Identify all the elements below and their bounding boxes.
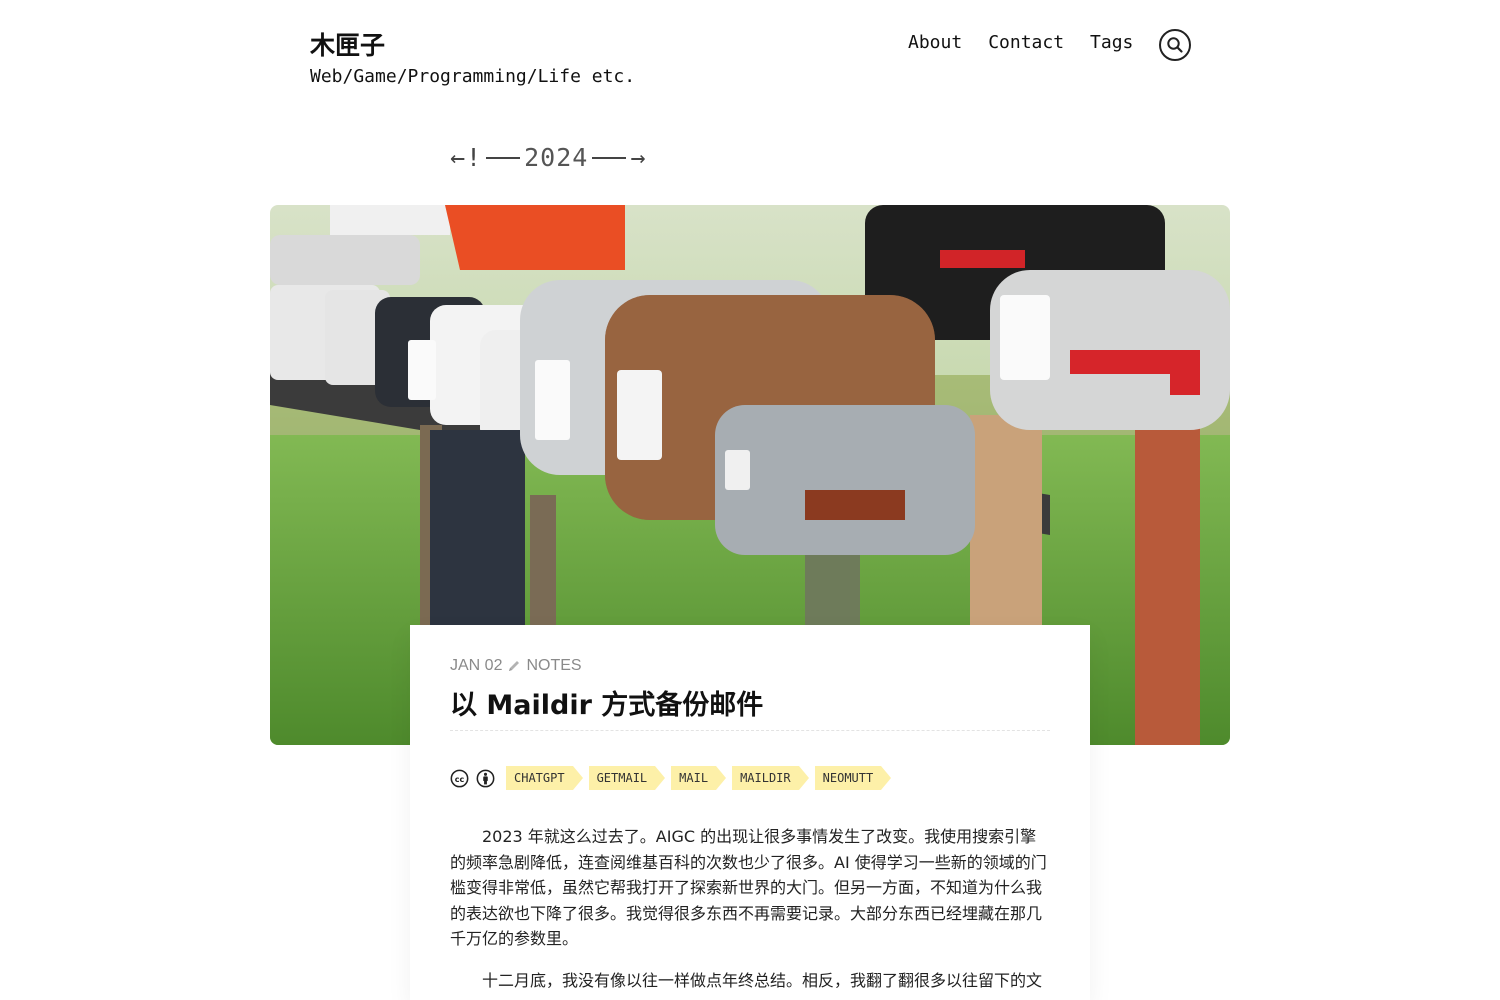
nav-about-link[interactable]: About [908,32,962,53]
svg-text:cc: cc [455,774,465,783]
cc-license-icon[interactable]: cc [450,769,469,788]
next-year-arrow[interactable]: → [630,143,646,172]
tag-neomutt[interactable]: NEOMUTT [814,766,891,790]
site-description: Web/Game/Programming/Life etc. [310,66,636,87]
tag-chatgpt[interactable]: CHATGPT [506,766,583,790]
tag-mail[interactable]: MAIL [671,766,726,790]
post-card: JAN 02 NOTES 以 Maildir 方式备份邮件 cc CHATGPT… [410,625,1090,1000]
title-divider [450,730,1050,731]
post-category-link[interactable]: NOTES [526,657,581,675]
search-icon [1167,37,1183,53]
divider-dash [486,156,521,159]
year-navigation: ←! 2024 → [450,143,646,172]
post-paragraph: 十二月底，我没有像以往一样做点年终总结。相反，我翻了翻很多以往留下的文 [482,971,1043,990]
tag-list: CHATGPT GETMAIL MAIL MAILDIR NEOMUTT [506,766,897,790]
search-button[interactable] [1159,29,1191,61]
nav-contact-link[interactable]: Contact [988,32,1064,53]
tag-maildir[interactable]: MAILDIR [732,766,809,790]
tag-getmail[interactable]: GETMAIL [588,766,665,790]
attribution-icon[interactable] [476,769,495,788]
nav-tags-link[interactable]: Tags [1090,32,1133,53]
prev-year-arrow[interactable]: ←! [450,143,482,172]
main-nav: About Contact Tags [908,32,1159,53]
year-label: 2024 [524,143,589,172]
license-and-tags: cc CHATGPT GETMAIL MAIL MAILDIR NEOMUTT [450,766,897,790]
post-paragraph: 2023 年就这么过去了。AIGC 的出现让很多事情发生了改变。我使用搜索引擎的… [450,827,1047,948]
pencil-icon [507,659,521,673]
divider-dash [592,156,627,159]
post-title[interactable]: 以 Maildir 方式备份邮件 [450,683,763,722]
site-title[interactable]: 木匣子 [310,26,385,62]
post-meta: JAN 02 NOTES [450,657,582,675]
post-date: JAN 02 [450,657,503,674]
